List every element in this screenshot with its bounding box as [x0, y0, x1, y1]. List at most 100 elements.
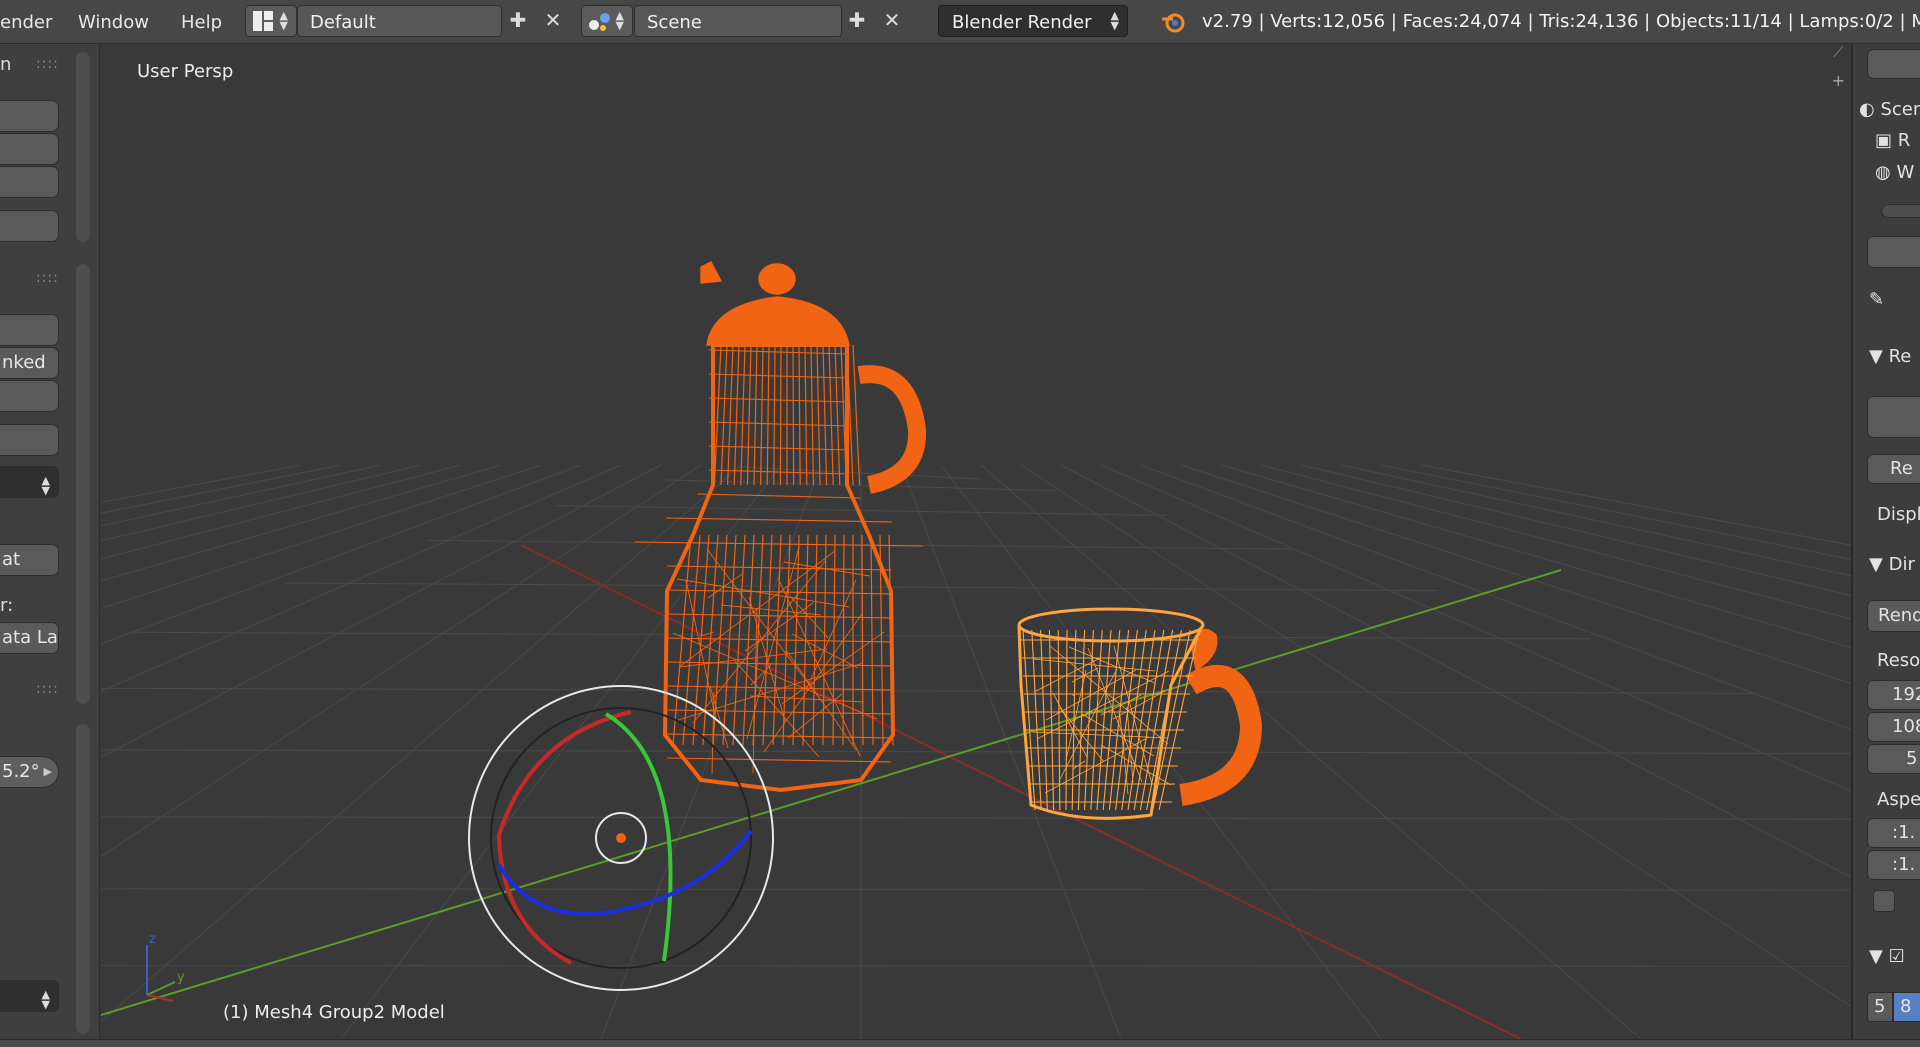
wire-line — [666, 757, 892, 763]
pitcher-mesh[interactable] — [634, 261, 927, 793]
delete-layout-button[interactable]: ✕ — [541, 9, 565, 33]
wire-line — [752, 608, 758, 774]
tool-button-1[interactable] — [0, 100, 59, 132]
grid-line — [101, 464, 702, 857]
resolution-x-field[interactable]: 192 — [1867, 680, 1920, 710]
tool-button-7[interactable] — [0, 424, 59, 456]
tool-button-2[interactable] — [0, 133, 59, 165]
object-origin — [616, 833, 626, 843]
area-split-corner-icon[interactable]: ⟋ — [1833, 45, 1843, 61]
resolution-percentage-field[interactable]: 5 — [1867, 744, 1920, 774]
view-name-label: User Persp — [137, 61, 234, 82]
tool-button-4[interactable] — [0, 210, 59, 242]
screen-layout-selector[interactable]: ▲ ▼ — [245, 5, 297, 37]
pitcher-dome — [706, 296, 850, 346]
aspect-x-field[interactable]: :1. — [1867, 818, 1920, 848]
frame-range-section-header[interactable]: ▼ ☑ — [1869, 946, 1905, 967]
wire-line — [792, 344, 795, 486]
dimensions-section-header[interactable]: ▼ Dir — [1869, 554, 1915, 575]
pin-icon[interactable]: ✎ — [1869, 289, 1884, 310]
panel-grip-icon[interactable]: :::: — [36, 56, 59, 72]
updown-icon: ▲ ▼ — [279, 9, 288, 32]
panel-grip-icon[interactable]: :::: — [36, 270, 59, 286]
render-toggle-box[interactable] — [1867, 396, 1920, 438]
properties-editor-selector[interactable] — [1867, 236, 1920, 268]
wire-line — [746, 344, 752, 486]
increment-arrow-icon[interactable]: ▶ — [44, 757, 52, 787]
add-layout-button[interactable]: ✚ — [506, 9, 530, 33]
outliner-scene-item[interactable]: ◐ Scene — [1859, 99, 1920, 120]
grid-line — [101, 464, 542, 610]
frame-field-a-value: 5 — [1874, 996, 1886, 1017]
wire-line — [708, 373, 850, 379]
shelf-scrollbar[interactable] — [76, 52, 90, 242]
mug-wireframe — [1021, 629, 1200, 811]
menu-window[interactable]: Window — [78, 12, 149, 33]
layout-icon — [253, 11, 273, 31]
wire-line — [760, 344, 764, 486]
render-button[interactable]: Re — [1867, 454, 1920, 484]
manipulator-x-ring[interactable] — [496, 710, 632, 965]
grid-line — [101, 464, 622, 692]
section-checkbox-icon[interactable]: ☑ — [1889, 946, 1905, 967]
resolution-label: Reso — [1877, 650, 1920, 671]
wire-line — [1096, 629, 1112, 811]
add-scene-button[interactable]: ✚ — [845, 9, 869, 33]
wire-line — [834, 344, 841, 486]
aspect-y-field[interactable]: :1. — [1867, 850, 1920, 880]
make-links-button[interactable]: nked — [0, 347, 59, 379]
aspect-label: Aspe — [1877, 789, 1920, 810]
wire-line — [740, 344, 746, 486]
data-layer-button[interactable]: ata La — [0, 622, 59, 654]
border-checkbox[interactable] — [1873, 890, 1895, 912]
render-section-header[interactable]: ▼ Re — [1869, 346, 1911, 367]
wire-line — [708, 397, 850, 403]
pitcher-lid — [700, 261, 723, 284]
render-button-label: Re — [1890, 458, 1913, 479]
3d-viewport[interactable]: z y User Persp (1) Mesh4 Group2 Model + … — [101, 45, 1851, 1039]
wire-line — [734, 660, 820, 758]
render-engine-select[interactable]: Blender Render ▲ ▼ — [938, 5, 1128, 37]
shelf-dropdown[interactable]: ▲ ▼ — [0, 466, 59, 498]
render-layers-icon: ▣ — [1875, 130, 1898, 151]
grid-line — [1260, 464, 1851, 620]
scene-name[interactable]: Scene — [634, 5, 842, 37]
grid-line — [1420, 464, 1851, 546]
angle-field[interactable]: 5.2° ▶ — [0, 756, 59, 788]
wire-line — [708, 445, 850, 451]
delete-scene-button[interactable]: ✕ — [880, 9, 904, 33]
rotate-manipulator[interactable] — [468, 685, 774, 991]
outliner-render-item[interactable]: ▣ R — [1875, 130, 1910, 151]
angle-value: 5.2° — [2, 761, 40, 782]
tool-button-5[interactable] — [0, 314, 59, 346]
render-section-label: Re — [1888, 346, 1912, 367]
shade-flat-button[interactable]: at — [0, 544, 59, 576]
shelf-scrollbar-2[interactable] — [76, 264, 90, 704]
frame-field-b[interactable]: 8 — [1893, 992, 1920, 1022]
tool-button-6[interactable] — [0, 380, 59, 412]
manipulator-z-ring[interactable] — [497, 829, 753, 916]
outliner-scrollbar[interactable] — [1881, 204, 1920, 218]
viewport-scene[interactable]: z y — [101, 45, 1851, 1039]
shelf-scrollbar-3[interactable] — [76, 724, 90, 1034]
world-icon: ◍ — [1875, 162, 1897, 183]
render-presets-button[interactable]: Rend — [1867, 600, 1920, 632]
wire-line — [753, 344, 758, 486]
menu-help[interactable]: Help — [181, 12, 222, 33]
scene-selector[interactable]: ▲ ▼ — [581, 5, 633, 37]
menu-render[interactable]: ender — [0, 12, 52, 33]
wire-line — [1077, 629, 1086, 811]
resolution-y-field[interactable]: 108 — [1867, 712, 1920, 742]
frame-field-a[interactable]: 5 — [1867, 992, 1893, 1022]
outliner-editor-selector[interactable] — [1867, 49, 1920, 79]
panel-grip-icon[interactable]: :::: — [36, 681, 59, 697]
viewport-plus-icon[interactable]: + — [1832, 71, 1845, 90]
grid-line — [101, 464, 502, 582]
screen-layout-name[interactable]: Default — [297, 5, 502, 37]
outliner-world-item[interactable]: ◍ W — [1875, 162, 1914, 183]
scene-label: Scene — [647, 12, 702, 33]
tool-button-3[interactable] — [0, 166, 59, 198]
operator-dropdown[interactable]: ▲ ▼ — [0, 980, 59, 1012]
mug-mesh[interactable] — [1017, 607, 1263, 820]
dimensions-section-label: Dir — [1888, 554, 1915, 575]
